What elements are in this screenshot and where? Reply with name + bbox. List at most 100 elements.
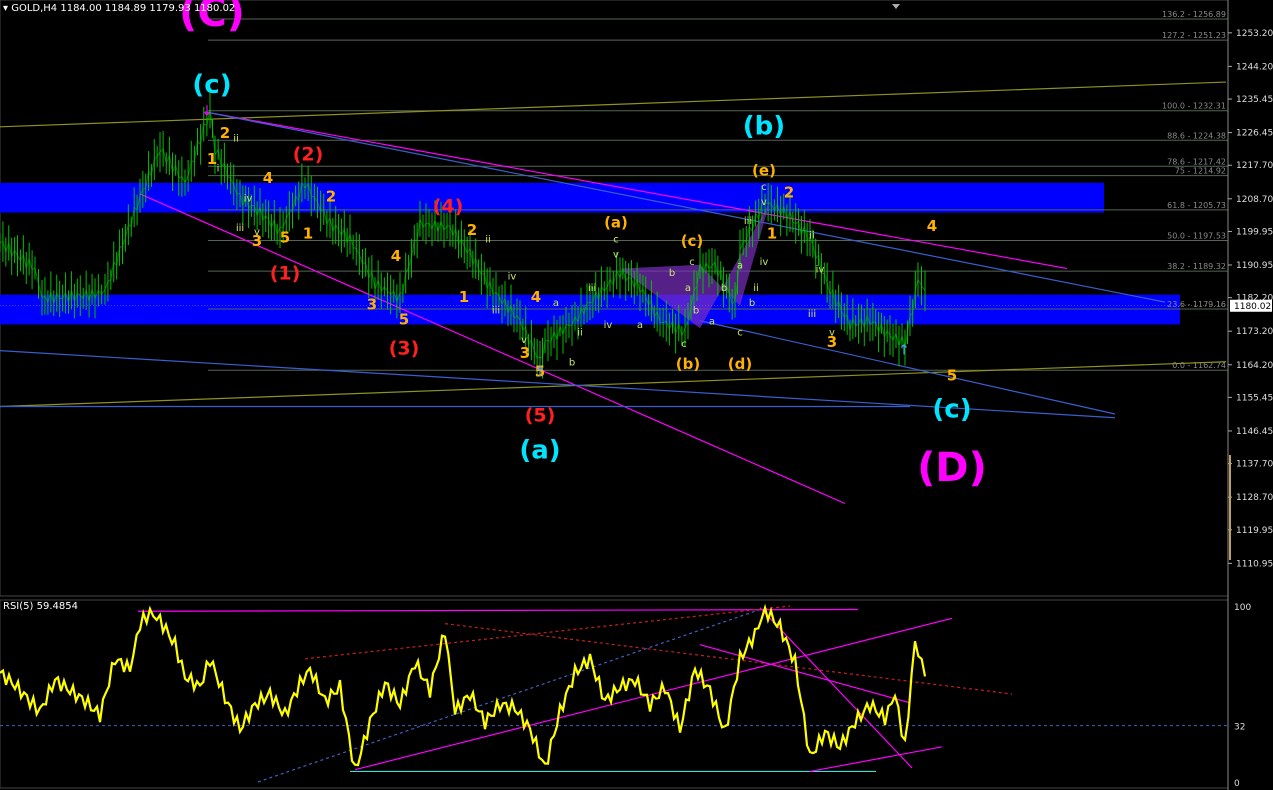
wave-label: iii [588,283,596,294]
wave-label: 1 [303,225,313,243]
rsi-trendline[interactable] [444,623,1013,695]
wave-label: 3 [367,296,377,314]
wave-label: (e) [752,161,776,179]
wave-label: 1 [767,225,777,243]
wave-label: 4 [927,217,937,235]
wave-label: iv [508,272,517,283]
wave-label: ii [809,231,815,242]
axis-tick-label: 1173.20 [1236,327,1273,337]
wave-label: (c) [932,395,971,425]
wave-label: iii [744,216,752,227]
wave-label: a [685,283,691,294]
wave-label: 2 [784,184,794,202]
wave-label: (3) [389,337,420,359]
wave-label: b [749,298,755,309]
rsi-trendline[interactable] [257,608,761,783]
axis-tick-label: 1244.20 [1236,62,1273,72]
wave-label: v [761,197,767,208]
wave-label: b [569,358,575,369]
fib-level-label: 100.0 - 1232.31 [1162,102,1226,111]
axis-tick-label: 1208.70 [1236,195,1273,205]
wave-label: b [669,268,675,279]
axis-tick-label: 1137.70 [1236,460,1273,470]
current-price-label: 1180.02 [1234,302,1271,312]
trendline[interactable] [0,81,1227,128]
wave-label: c [613,234,619,245]
rsi-trendline[interactable] [354,617,953,771]
wave-label: 5 [399,310,409,328]
wave-label: 5 [947,366,957,384]
wave-label: a [709,316,715,327]
wave-label: v [613,249,619,260]
wave-label: (a) [519,436,560,466]
arrow-down-icon: ↓ [201,104,213,120]
wave-label: c [681,339,687,350]
fib-level-label: 88.6 - 1224.38 [1167,131,1226,140]
wave-label: b [693,305,699,316]
axis-tick-label: 1235.45 [1236,95,1273,105]
price-pane[interactable]: 136.2 - 1256.89 127.2 - 1251.23 100.0 - 12… [0,0,1229,597]
wave-label: ii [577,328,583,339]
fib-level-label: 38.2 - 1189.32 [1167,262,1226,271]
arrow-up-icon: ↑ [898,342,910,358]
wave-label: (d) [728,355,752,373]
axis-tick-label: 1128.70 [1236,493,1273,503]
support-resistance-zone[interactable] [0,182,1104,213]
rsi-trendline[interactable] [304,605,791,660]
rsi-tick-label: 100 [1234,603,1251,613]
symbol-header: ▾ GOLD,H4 1184.00 1184.89 1179.93 1180.0… [3,3,235,14]
wave-label: (5) [525,404,556,426]
wave-label: iv [244,193,253,204]
axis-tick-label: 1190.95 [1236,261,1273,271]
chart-canvas[interactable]: 136.2 - 1256.89 127.2 - 1251.23 100.0 - 12… [0,0,1273,790]
fib-level-label: 75 - 1214.92 [1175,167,1226,176]
wave-label: (1) [270,263,301,285]
wave-label: 1 [459,288,469,306]
axis-tick-label: 1110.95 [1236,559,1273,569]
rsi-pane-frame [0,599,1229,789]
wave-label: c [689,257,695,268]
wave-label: 4 [531,288,541,306]
axis-tick-label: 1155.45 [1236,393,1273,403]
wave-label: iii [492,305,500,316]
wave-label: (c) [681,232,704,250]
rsi-trendline[interactable] [137,608,859,612]
axis-tick-label: 1217.70 [1236,161,1273,171]
wave-label: (4) [433,196,464,218]
wave-label: (b) [676,355,700,373]
rsi-line[interactable] [0,603,927,767]
wave-label: v [829,328,835,339]
wave-label: ii [233,134,239,145]
wave-label: 2 [220,124,230,142]
wave-label: c [737,328,743,339]
wave-label: iii [808,309,816,320]
arrow-up-icon: ↑ [534,365,546,381]
fib-level-label: 50.0 - 1197.53 [1167,231,1226,240]
rsi-header: RSI(5) 59.4854 [3,601,78,612]
rsi-tick-label: 0 [1234,779,1240,789]
wave-label: 5 [280,228,290,246]
trendline[interactable] [0,361,1227,408]
wave-label: 2 [467,221,477,239]
wave-label: 4 [263,169,273,187]
collapse-icon[interactable]: ▾ [3,3,8,14]
rsi-tick-label: 32 [1234,723,1245,733]
scroll-marker-icon[interactable] [892,4,900,9]
wave-label: ii [753,283,759,294]
wave-label: (b) [743,111,785,141]
fib-level-label: 23.6 - 1179.16 [1167,300,1226,309]
wave-label: (c) [192,70,231,100]
fib-level-label: 78.6 - 1217.42 [1167,157,1226,166]
wave-label: iv [816,264,825,275]
wave-label: 2 [326,187,336,205]
fib-level-label: 61.8 - 1205.73 [1167,201,1226,210]
wave-label: c [761,182,767,193]
wave-label: ii [485,234,491,245]
axis-tick-label: 1119.95 [1236,526,1273,536]
wave-label: (D) [917,445,987,491]
rsi-trendline[interactable] [809,746,943,773]
wave-label: a [553,298,559,309]
axis-tick-label: 1199.95 [1236,227,1273,237]
wave-label: v [521,335,527,346]
rsi-pane[interactable] [0,599,1229,789]
